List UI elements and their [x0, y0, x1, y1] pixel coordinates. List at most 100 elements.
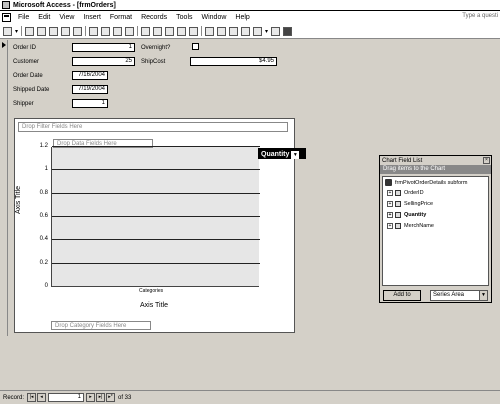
- order-date-label: Order Date: [13, 73, 43, 79]
- field-label: OrderID: [404, 190, 424, 196]
- find-icon[interactable]: [205, 26, 215, 36]
- sort-ascending-icon[interactable]: [141, 26, 151, 36]
- field-icon: [395, 201, 401, 207]
- area-select[interactable]: Series Area ▼: [430, 290, 488, 301]
- field-sellingprice[interactable]: + SellingPrice: [387, 201, 433, 207]
- apply-filter-icon[interactable]: [189, 26, 199, 36]
- order-date-field[interactable]: 7/16/2004: [72, 71, 108, 80]
- database-window-icon[interactable]: [241, 26, 251, 36]
- menu-view[interactable]: View: [59, 14, 74, 21]
- expand-icon[interactable]: +: [387, 223, 393, 229]
- search-icon[interactable]: [37, 26, 47, 36]
- record-navigation-bar: Record: |◂ ◂ 1 ▸ ▸| ▸* of 33: [0, 390, 500, 404]
- shipcost-label: ShipCost: [141, 59, 166, 65]
- menu-format[interactable]: Format: [110, 14, 132, 21]
- paste-icon[interactable]: [113, 26, 123, 36]
- access-app-icon[interactable]: [2, 1, 10, 9]
- field-label: SellingPrice: [404, 201, 434, 207]
- menu-insert[interactable]: Insert: [83, 14, 101, 21]
- field-merchname[interactable]: + MerchName: [387, 223, 434, 229]
- overnight-checkbox[interactable]: [192, 43, 199, 50]
- menu-tools[interactable]: Tools: [176, 14, 192, 21]
- y-tick-label: 0.4: [39, 236, 48, 243]
- toolbar-separator: [85, 26, 87, 36]
- y-tick-label: 1.2: [39, 143, 48, 149]
- shipcost-field[interactable]: $4.95: [190, 57, 277, 66]
- y-tick-label: 1: [44, 166, 48, 173]
- help-question-box[interactable]: Type a questi: [462, 13, 498, 19]
- add-to-button[interactable]: Add to: [383, 290, 421, 301]
- toolbar-separator: [21, 26, 23, 36]
- cut-icon[interactable]: [89, 26, 99, 36]
- new-object-dropdown-icon[interactable]: ▾: [265, 28, 268, 35]
- menu-edit[interactable]: Edit: [38, 14, 50, 21]
- order-id-label: Order ID: [13, 45, 37, 51]
- field-list-tree[interactable]: frmPivotOrderDetails subform + OrderID +…: [382, 176, 489, 286]
- new-record-nav-icon[interactable]: ▸*: [106, 393, 116, 402]
- drop-filter-zone[interactable]: Drop Filter Fields Here: [18, 122, 288, 132]
- chart-field-list-window[interactable]: Chart Field List × Drag items to the Cha…: [379, 155, 492, 303]
- menu-file[interactable]: File: [18, 14, 29, 21]
- root-label: frmPivotOrderDetails subform: [395, 179, 468, 186]
- field-orderid[interactable]: + OrderID: [387, 190, 424, 196]
- field-icon: [395, 223, 401, 229]
- form-document-icon[interactable]: [2, 13, 11, 22]
- series-field-button[interactable]: Quantity ▼: [258, 148, 306, 159]
- gridline: [52, 146, 260, 147]
- shipped-date-label: Shipped Date: [13, 87, 50, 93]
- sort-descending-icon[interactable]: [153, 26, 163, 36]
- x-axis-title[interactable]: Axis Title: [140, 302, 168, 309]
- close-icon[interactable]: ×: [483, 157, 490, 164]
- menu-help[interactable]: Help: [235, 14, 249, 21]
- field-icon: [395, 212, 401, 218]
- undo-icon[interactable]: [125, 26, 135, 36]
- y-tick-label: 0: [44, 283, 48, 289]
- spelling-icon[interactable]: [73, 26, 83, 36]
- field-icon: [395, 190, 401, 196]
- view-icon[interactable]: [3, 26, 12, 36]
- gridline: [52, 169, 260, 171]
- field-label: MerchName: [404, 223, 434, 229]
- toolbar-options-icon[interactable]: [283, 26, 293, 36]
- view-dropdown-icon[interactable]: ▾: [15, 28, 18, 35]
- print-icon[interactable]: [49, 26, 59, 36]
- field-list-titlebar[interactable]: Chart Field List ×: [380, 156, 491, 165]
- menu-window[interactable]: Window: [202, 14, 227, 21]
- y-tick-label: 0.8: [39, 189, 48, 196]
- expand-icon[interactable]: +: [387, 201, 393, 207]
- new-record-icon[interactable]: [217, 26, 227, 36]
- last-record-icon[interactable]: ▸|: [96, 393, 106, 402]
- toolbar-separator: [201, 26, 203, 36]
- help-icon[interactable]: [271, 26, 281, 36]
- drop-category-zone[interactable]: Drop Category Fields Here: [51, 321, 151, 330]
- field-list-root[interactable]: frmPivotOrderDetails subform: [385, 179, 467, 186]
- record-number-input[interactable]: 1: [48, 393, 85, 402]
- new-object-icon[interactable]: [253, 26, 263, 36]
- y-axis-title[interactable]: Axis Title: [15, 186, 22, 214]
- next-record-icon[interactable]: ▸: [86, 393, 96, 402]
- order-id-field[interactable]: 1: [72, 43, 135, 52]
- shipped-date-field[interactable]: 7/19/2004: [72, 85, 108, 94]
- menu-records[interactable]: Records: [141, 14, 167, 21]
- print-preview-icon[interactable]: [61, 26, 71, 36]
- field-quantity[interactable]: + Quantity: [387, 212, 426, 218]
- save-icon[interactable]: [25, 26, 35, 36]
- plot-area[interactable]: Drop Data Fields Here: [51, 139, 260, 287]
- filter-by-form-icon[interactable]: [177, 26, 187, 36]
- chevron-down-icon[interactable]: ▼: [479, 291, 487, 300]
- form-detail-section: Order ID 1 Customer 25 Order Date 7/16/2…: [9, 40, 500, 336]
- copy-icon[interactable]: [101, 26, 111, 36]
- customer-field[interactable]: 25: [72, 57, 135, 66]
- first-record-icon[interactable]: |◂: [27, 393, 37, 402]
- record-selector[interactable]: [0, 40, 8, 336]
- pivot-chart-subform[interactable]: Drop Filter Fields Here Axis Title 0 0.2 0…: [14, 118, 295, 333]
- filter-by-selection-icon[interactable]: [165, 26, 175, 36]
- chevron-down-icon[interactable]: ▼: [291, 151, 300, 159]
- shipper-field[interactable]: 1: [72, 99, 108, 108]
- previous-record-icon[interactable]: ◂: [37, 393, 47, 402]
- expand-icon[interactable]: +: [387, 212, 393, 218]
- expand-icon[interactable]: +: [387, 190, 393, 196]
- delete-record-icon[interactable]: [229, 26, 239, 36]
- window-title: Microsoft Access - [frmOrders]: [13, 1, 116, 9]
- gridline: [52, 192, 260, 194]
